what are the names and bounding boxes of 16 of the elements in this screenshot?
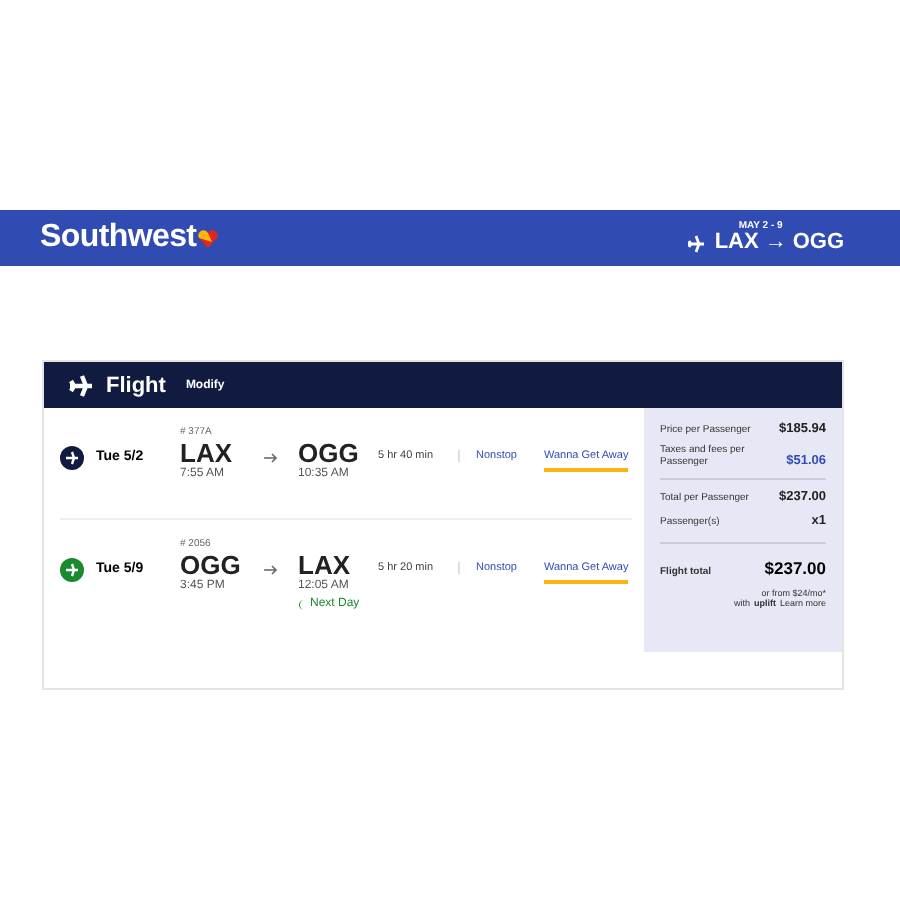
- origin-code: LAX: [714, 232, 759, 254]
- airport-code: OGG: [180, 551, 243, 579]
- route-arrow: →: [764, 232, 787, 254]
- arrow-icon: [264, 452, 278, 464]
- arrow-icon: [264, 564, 278, 576]
- airport-code: LAX: [180, 439, 234, 467]
- logo-text[interactable]: Southwest: [40, 220, 197, 256]
- plane-icon: [686, 234, 707, 254]
- total-price: $237.00: [764, 558, 826, 578]
- airport-code: LAX: [298, 552, 352, 580]
- destination-code: OGG: [792, 232, 844, 254]
- airport-code: OGG: [298, 440, 361, 468]
- moon-icon: [298, 599, 306, 610]
- card-title: Flight: [106, 373, 166, 397]
- plane-icon: [68, 373, 94, 397]
- heart-icon: [198, 229, 219, 247]
